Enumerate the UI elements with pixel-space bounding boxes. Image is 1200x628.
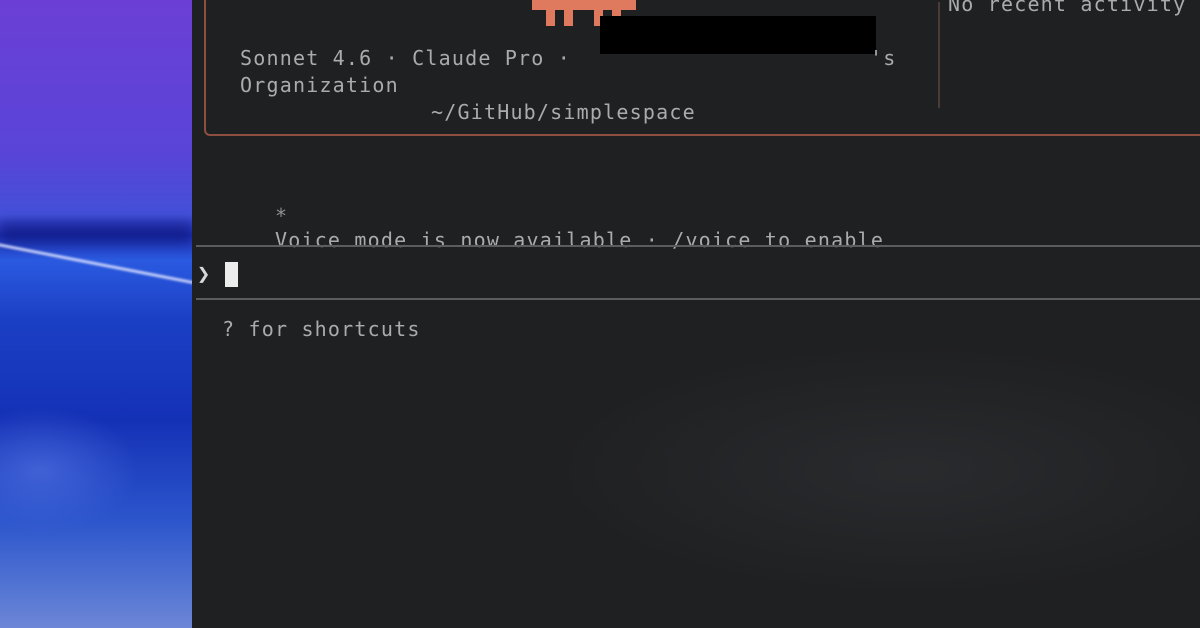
desktop-wallpaper <box>0 0 192 628</box>
redacted-name <box>600 16 876 54</box>
welcome-panel: Sonnet 4.6 · Claude Pro · 's Organizatio… <box>204 0 1200 136</box>
model-info-text: Sonnet 4.6 · Claude Pro · <box>240 46 572 70</box>
wallpaper-band <box>0 222 192 244</box>
working-directory: ~/GitHub/simplespace <box>431 100 696 124</box>
organization-label: Organization <box>240 73 399 97</box>
tip-text: Voice mode is now available · /voice to … <box>274 228 885 252</box>
prompt-bottom-rule <box>196 298 1200 300</box>
recent-activity-text: No recent activity <box>948 0 1187 16</box>
prompt-input[interactable] <box>225 262 238 287</box>
voice-mode-tip: * Voice mode is now available · /voice t… <box>222 180 884 276</box>
panel-divider <box>938 2 940 108</box>
shortcuts-hint: ? for shortcuts <box>222 317 421 341</box>
terminal-window[interactable]: Sonnet 4.6 · Claude Pro · 's Organizatio… <box>192 0 1200 628</box>
prompt-top-rule <box>196 245 1200 247</box>
organization-suffix: 's <box>870 46 897 70</box>
prompt-chevron-icon: ❯ <box>197 262 211 287</box>
tip-star-icon: * <box>274 204 289 228</box>
wallpaper-light-streak <box>0 238 192 289</box>
